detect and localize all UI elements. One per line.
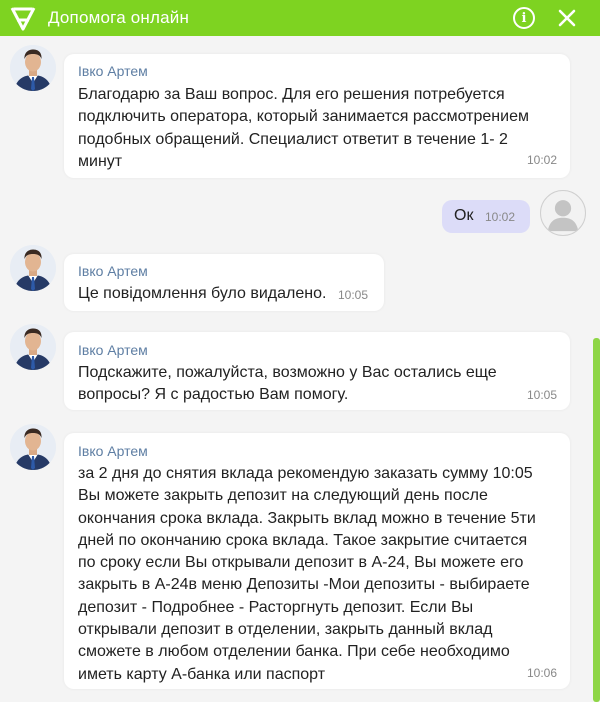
logo-icon <box>10 7 36 31</box>
message-text: Це повідомлення було видалено. <box>78 285 327 302</box>
message-time: 10:06 <box>526 666 557 680</box>
message-author: Івко Артем <box>78 263 148 279</box>
message-time: 10:05 <box>526 388 557 402</box>
message-text: Ок <box>454 207 474 224</box>
message-time: 10:02 <box>526 153 557 167</box>
agent-message: Івко Артем Подскажите, пожалуйста, возмо… <box>64 332 570 410</box>
scrollbar[interactable] <box>593 338 600 702</box>
message-author: Івко Артем <box>78 443 148 459</box>
message-author: Івко Артем <box>78 63 148 79</box>
close-icon[interactable] <box>557 8 577 28</box>
info-icon[interactable]: i <box>513 7 535 29</box>
agent-message: Івко Артем за 2 дня до снятия вклада рек… <box>64 433 570 689</box>
user-avatar <box>540 190 586 236</box>
message-author: Івко Артем <box>78 342 148 358</box>
agent-avatar <box>10 424 56 470</box>
message-text: за 2 дня до снятия вклада рекомендую зак… <box>78 465 536 683</box>
message-time: 10:05 <box>338 288 369 302</box>
agent-avatar <box>10 245 56 291</box>
chat-area[interactable]: Івко Артем Благодарю за Ваш вопрос. Для … <box>0 36 600 702</box>
message-time: 10:02 <box>485 210 516 224</box>
chat-header: Допомога онлайн i <box>0 0 600 36</box>
user-message: Ок 10:02 <box>442 200 530 233</box>
message-text: Подскажите, пожалуйста, возможно у Вас о… <box>78 364 497 404</box>
agent-avatar <box>10 324 56 370</box>
header-title: Допомога онлайн <box>48 8 190 27</box>
agent-message: Івко Артем Благодарю за Ваш вопрос. Для … <box>64 54 570 178</box>
message-text: Благодарю за Ваш вопрос. Для его решения… <box>78 86 529 170</box>
agent-avatar <box>10 45 56 91</box>
agent-message: Івко Артем Це повідомлення було видалено… <box>64 254 384 311</box>
